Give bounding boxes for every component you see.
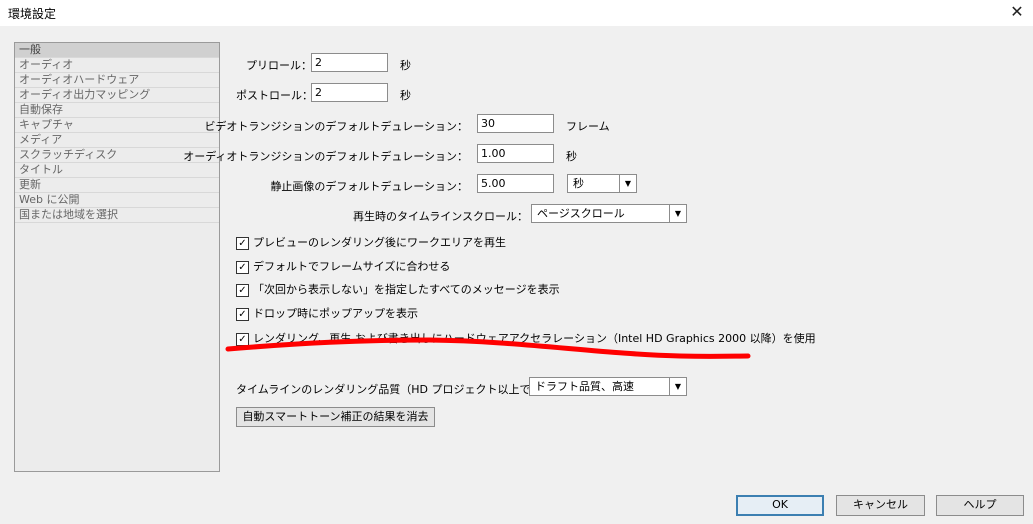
chevron-down-icon: ▼ bbox=[669, 378, 686, 395]
cancel-button[interactable]: キャンセル bbox=[836, 495, 925, 516]
help-button[interactable]: ヘルプ bbox=[936, 495, 1024, 516]
clear-smart-tone-button[interactable]: 自動スマートトーン補正の結果を消去 bbox=[236, 407, 435, 427]
render-quality-value: ドラフト品質、高速 bbox=[535, 380, 634, 393]
render-quality-select[interactable]: ドラフト品質、高速 ▼ bbox=[529, 377, 687, 396]
ok-button[interactable]: OK bbox=[736, 495, 824, 516]
red-underline-annotation bbox=[225, 337, 751, 359]
render-quality-label: タイムラインのレンダリング品質（HD プロジェクト以上で有効）： bbox=[236, 383, 569, 396]
